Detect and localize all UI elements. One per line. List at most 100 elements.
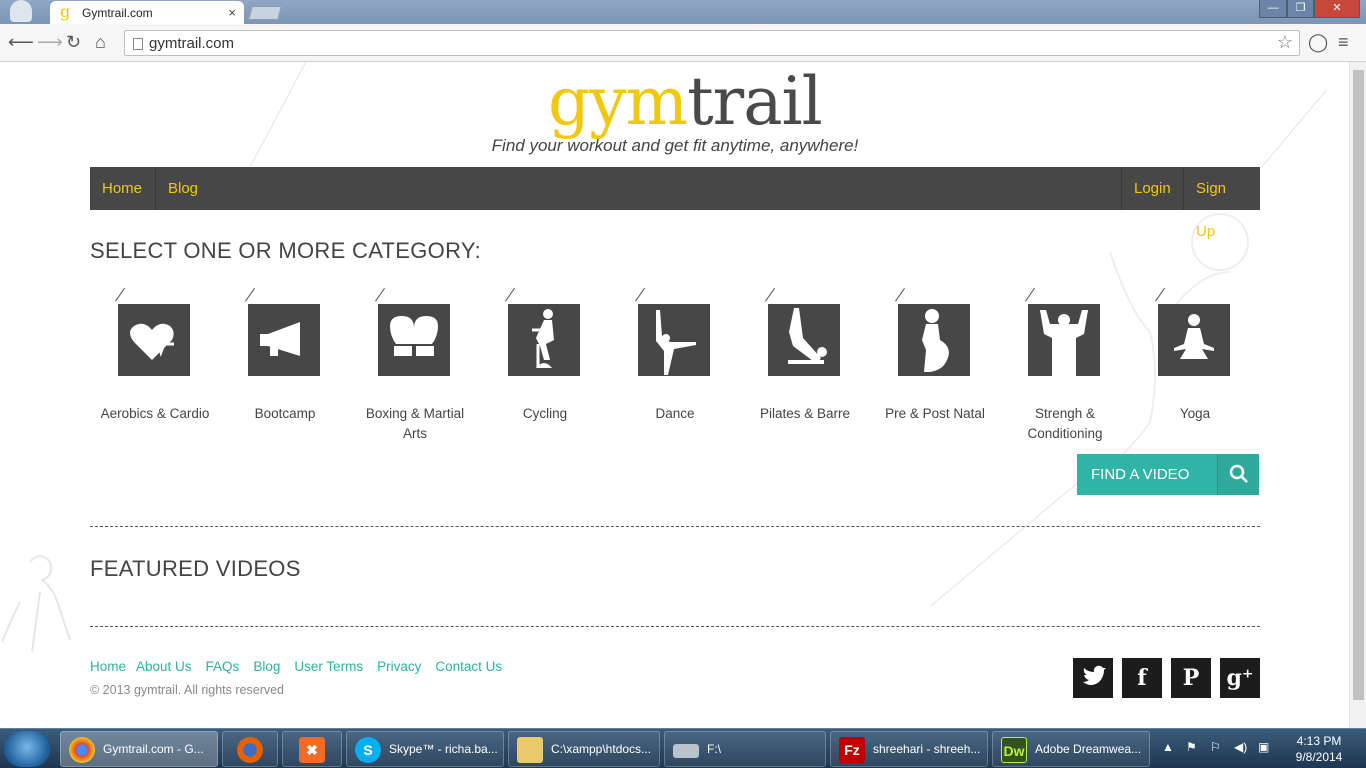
scrollbar-thumb[interactable] — [1353, 70, 1364, 700]
nav-blog[interactable]: Blog — [156, 167, 210, 210]
extension-icon[interactable]: ◯ — [1308, 32, 1328, 53]
category-pilates[interactable]: Pilates & Barre — [740, 304, 870, 424]
windows-taskbar: Gymtrail.com - G... ✖ S Skype™ - richa.b… — [0, 728, 1366, 768]
search-icon[interactable] — [1217, 454, 1259, 495]
site-logo[interactable]: gymtrail — [548, 62, 823, 142]
user-profile-icon[interactable] — [10, 0, 32, 22]
pilates-icon — [788, 308, 827, 364]
minimize-button[interactable]: — — [1259, 0, 1287, 18]
site-tagline: Find your workout and get fit anytime, a… — [491, 136, 859, 155]
category-label: Boxing & Martial Arts — [365, 406, 465, 441]
footer-link-contact[interactable]: Contact Us — [435, 659, 502, 674]
taskbar-label: Gymtrail.com - G... — [103, 742, 204, 756]
copyright: © 2013 gymtrail. All rights reserved — [90, 683, 285, 697]
tab-close-icon[interactable]: × — [228, 5, 236, 20]
volume-icon[interactable]: ◀) — [1234, 739, 1247, 755]
back-icon[interactable]: ⟵ — [8, 32, 34, 52]
nav-login[interactable]: Login — [1122, 167, 1183, 210]
maximize-button[interactable]: ❐ — [1287, 0, 1314, 18]
pregnant-woman-icon — [922, 309, 949, 372]
skype-icon: S — [355, 737, 381, 763]
footer-link-faqs[interactable]: FAQs — [206, 659, 240, 674]
taskbar-filezilla[interactable]: Fz shreehari - shreeh... — [830, 731, 988, 767]
nav-signup[interactable]: Sign Up — [1184, 167, 1260, 240]
footer-link-home[interactable]: Home — [90, 659, 126, 674]
clock[interactable]: 4:13 PM 9/8/2014 — [1282, 733, 1356, 765]
category-bootcamp[interactable]: Bootcamp — [220, 304, 350, 424]
twitter-icon[interactable] — [1073, 658, 1113, 698]
category-label: Yoga — [1179, 406, 1211, 421]
tray-expand-icon[interactable]: ▲ — [1162, 739, 1174, 755]
category-heading: SELECT ONE OR MORE CATEGORY: — [90, 238, 482, 263]
taskbar-xampp[interactable]: ✖ — [282, 731, 342, 767]
category-label: Pilates & Barre — [759, 406, 851, 421]
close-window-button[interactable]: ✕ — [1314, 0, 1360, 18]
home-icon[interactable]: ⌂ — [95, 32, 106, 52]
featured-heading: FEATURED VIDEOS — [90, 556, 301, 581]
category-tile[interactable] — [1028, 304, 1100, 376]
new-tab-button[interactable] — [248, 6, 282, 20]
google-plus-icon[interactable]: g⁺ — [1220, 658, 1260, 698]
facebook-icon[interactable]: f — [1122, 658, 1162, 698]
favicon-icon: g — [60, 2, 71, 21]
taskbar-dreamweaver[interactable]: Dw Adobe Dreamwea... — [992, 731, 1150, 767]
category-aerobics[interactable]: Aerobics & Cardio — [90, 304, 220, 424]
category-tile[interactable] — [508, 304, 580, 376]
category-tile[interactable] — [898, 304, 970, 376]
page-viewport: gymtrail Find your workout and get fit a… — [0, 62, 1366, 728]
browser-tab[interactable]: g Gymtrail.com × — [50, 1, 244, 25]
tab-title: Gymtrail.com — [82, 6, 153, 20]
dancer-icon — [656, 310, 696, 375]
footer-link-terms[interactable]: User Terms — [294, 659, 363, 674]
network-icon[interactable]: ▣ — [1258, 739, 1269, 755]
category-label: Bootcamp — [254, 406, 316, 421]
forward-icon[interactable]: ⟶ — [37, 32, 63, 52]
start-button[interactable] — [4, 731, 50, 767]
taskbar-chrome[interactable]: Gymtrail.com - G... — [60, 731, 218, 767]
logo-part-gym: gym — [548, 63, 688, 140]
taskbar-drive[interactable]: F:\ — [664, 731, 826, 767]
footer-link-privacy[interactable]: Privacy — [377, 659, 421, 674]
chrome-icon — [69, 737, 95, 763]
find-video-label: FIND A VIDEO — [1091, 466, 1190, 483]
taskbar-folder[interactable]: C:\xampp\htdocs... — [508, 731, 660, 767]
footer-link-blog[interactable]: Blog — [253, 659, 280, 674]
taskbar-label: C:\xampp\htdocs... — [551, 742, 652, 756]
category-boxing[interactable]: Boxing & Martial Arts — [350, 304, 480, 444]
taskbar-skype[interactable]: S Skype™ - richa.ba... — [346, 731, 504, 767]
megaphone-icon — [260, 322, 300, 356]
heart-pulse-icon — [130, 323, 174, 360]
category-yoga[interactable]: Yoga — [1130, 304, 1260, 424]
address-bar[interactable]: gymtrail.com ☆ — [124, 30, 1300, 56]
category-tile[interactable] — [378, 304, 450, 376]
bookmark-star-icon[interactable]: ☆ — [1277, 32, 1293, 53]
network-flag-icon[interactable]: ⚑ — [1186, 739, 1197, 755]
category-prenatal[interactable]: Pre & Post Natal — [870, 304, 1000, 424]
category-label: Cycling — [522, 406, 568, 421]
reload-icon[interactable]: ↻ — [66, 32, 81, 52]
main-nav: Home Blog Login Sign Up — [90, 167, 1260, 240]
category-tile[interactable] — [1158, 304, 1230, 376]
category-tile[interactable] — [248, 304, 320, 376]
yoga-icon — [1174, 314, 1214, 359]
page-scrollbar[interactable] — [1349, 62, 1366, 728]
menu-icon[interactable]: ≡ — [1338, 32, 1349, 53]
nav-home[interactable]: Home — [90, 167, 154, 210]
logo-part-trail: trail — [687, 63, 823, 140]
footer-link-about[interactable]: About Us — [136, 659, 192, 674]
find-video-button[interactable]: FIND A VIDEO — [1077, 454, 1259, 495]
action-center-icon[interactable]: ⚐ — [1210, 739, 1221, 755]
strongman-icon — [1040, 310, 1088, 376]
category-dance[interactable]: Dance — [610, 304, 740, 424]
section-divider — [90, 526, 1260, 527]
taskbar-firefox[interactable] — [222, 731, 278, 767]
category-label: Dance — [655, 406, 695, 421]
category-tile[interactable] — [118, 304, 190, 376]
category-strength[interactable]: Strengh & Conditioning — [1000, 304, 1130, 444]
category-tile[interactable] — [638, 304, 710, 376]
category-cycling[interactable]: Cycling — [480, 304, 610, 424]
pinterest-icon[interactable]: P — [1171, 658, 1211, 698]
page-icon — [133, 38, 143, 50]
category-tile[interactable] — [768, 304, 840, 376]
xampp-icon: ✖ — [299, 737, 325, 763]
